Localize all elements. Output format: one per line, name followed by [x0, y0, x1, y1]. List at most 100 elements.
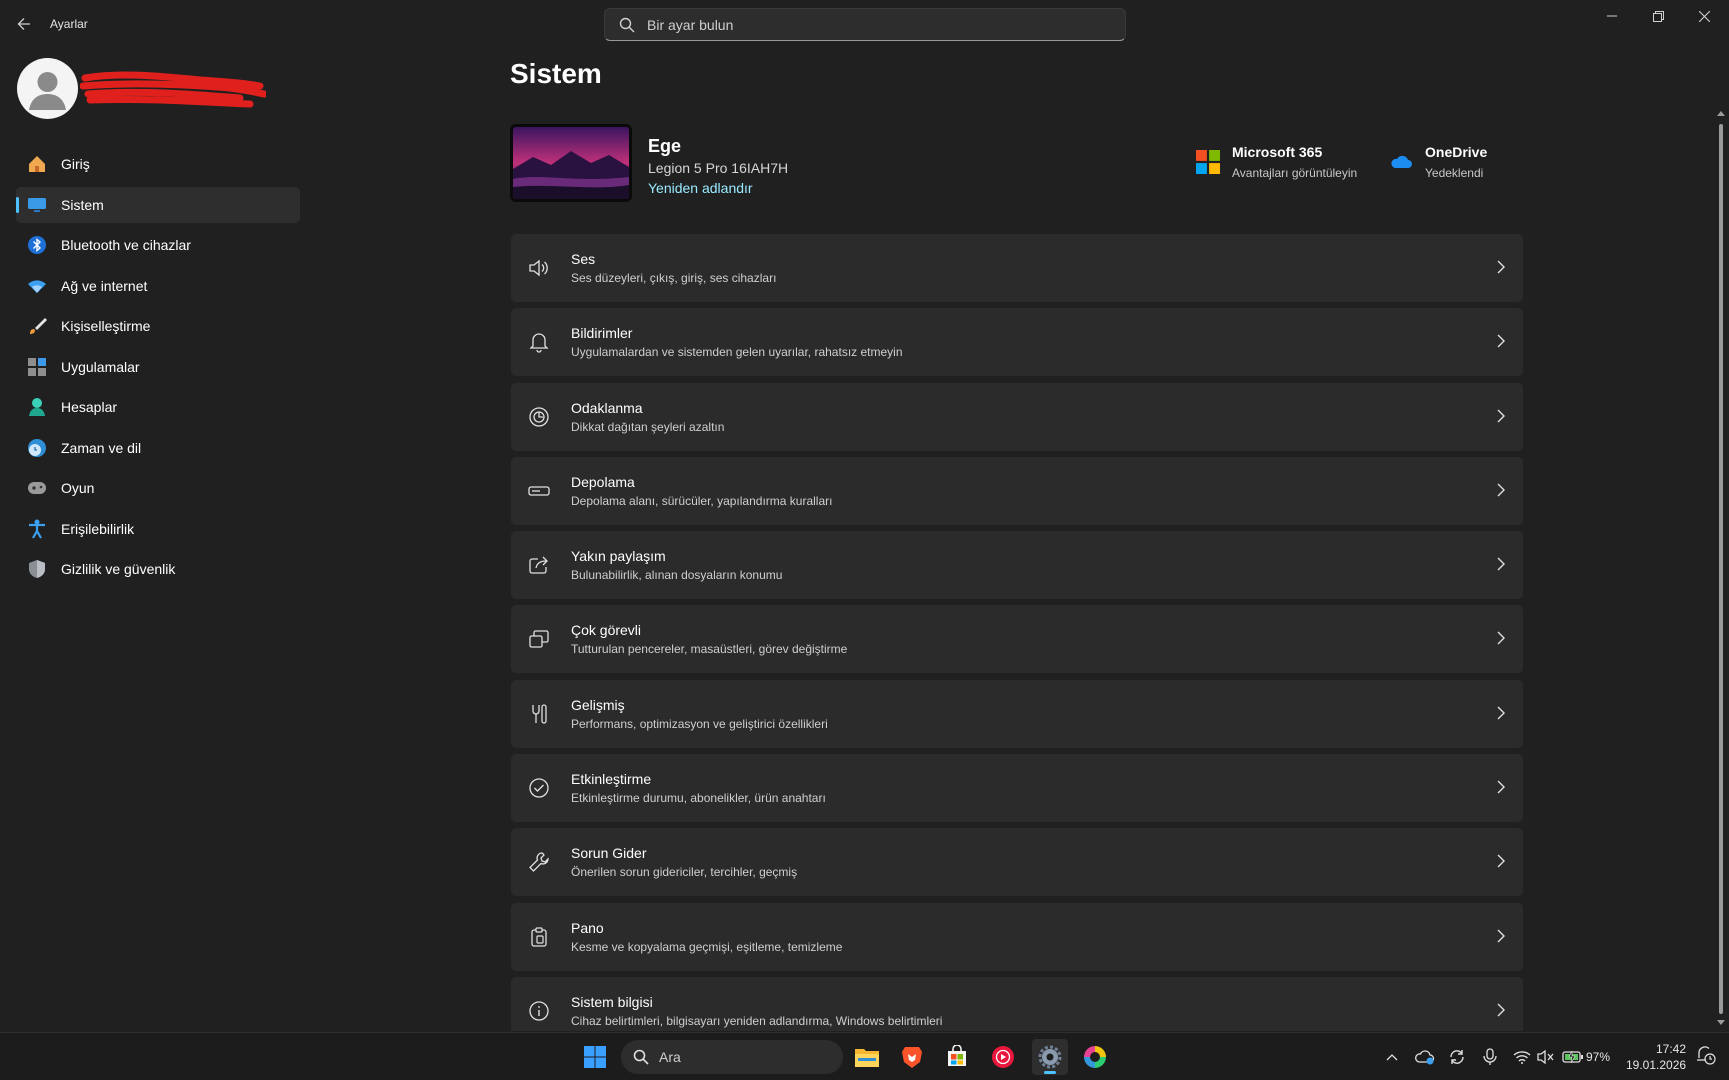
microsoft365-promo[interactable]: Microsoft 365 Avantajları görüntüleyin	[1196, 144, 1357, 180]
sidebar-item-label: Bluetooth ve cihazlar	[61, 237, 191, 253]
sync-tray[interactable]	[1447, 1047, 1467, 1067]
chevron-right-icon	[1497, 260, 1505, 274]
sidebar-nav: Giriş Sistem Bluetooth ve cihazlar Ağ ve…	[16, 146, 300, 592]
settings-card-focus[interactable]: Odaklanma Dikkat dağıtan şeyleri azaltın	[511, 382, 1523, 451]
settings-card-storage[interactable]: Depolama Depolama alanı, sürücüler, yapıl…	[511, 456, 1523, 525]
sidebar-item-sistem[interactable]: Sistem	[16, 186, 300, 223]
microphone-tray[interactable]	[1480, 1047, 1500, 1067]
settings-card-sound[interactable]: Ses Ses düzeyleri, çıkış, giriş, ses ciha…	[511, 234, 1523, 302]
sidebar-item-personalization[interactable]: Kişiselleştirme	[16, 308, 300, 344]
card-title: Gelişmiş	[571, 696, 625, 713]
device-model: Legion 5 Pro 16IAH7H	[648, 160, 789, 176]
settings-card-activation[interactable]: Etkinleştirme Etkinleştirme durumu, abone…	[511, 754, 1523, 823]
sidebar-item-bluetooth[interactable]: Bluetooth ve cihazlar	[16, 227, 300, 263]
notification-bell-icon	[1697, 1046, 1716, 1065]
sidebar-item-label: Erişilebilirlik	[61, 520, 135, 537]
volume-tray[interactable]	[1536, 1047, 1556, 1067]
settings-card-notifications[interactable]: Bildirimler Uygulamalardan ve sistemden g…	[511, 308, 1523, 377]
show-hidden-icons-button[interactable]	[1382, 1047, 1402, 1067]
user-avatar[interactable]	[17, 58, 78, 119]
minimize-button[interactable]	[1589, 0, 1635, 32]
card-title: Odaklanma	[571, 399, 643, 416]
color-app-button[interactable]	[1077, 1039, 1113, 1075]
settings-card-nearby-sharing[interactable]: Yakın paylaşım Bulunabilirlik, alınan dos…	[511, 531, 1523, 600]
battery-tray[interactable]	[1562, 1047, 1584, 1067]
scroll-down-icon	[1717, 1020, 1725, 1025]
app-title: Ayarlar	[50, 17, 88, 31]
sidebar-item-apps[interactable]: Uygulamalar	[16, 349, 300, 385]
restore-button[interactable]	[1635, 0, 1681, 32]
card-title: Çok görevli	[571, 622, 642, 639]
check-circle-icon	[528, 777, 550, 799]
redaction-scribble	[80, 71, 266, 108]
onedrive-cloud-icon	[1391, 155, 1412, 168]
accessibility-icon	[26, 518, 48, 540]
search-icon	[619, 17, 635, 32]
brave-button[interactable]	[894, 1039, 930, 1075]
promo-title: Microsoft 365	[1232, 144, 1323, 160]
clock-time[interactable]: 17:42	[1656, 1042, 1686, 1056]
restore-icon	[1652, 10, 1664, 22]
chevron-right-icon	[1497, 1003, 1505, 1017]
close-button[interactable]	[1681, 0, 1727, 32]
sync-icon	[1450, 1050, 1464, 1064]
settings-card-advanced[interactable]: Gelişmiş Performans, optimizasyon ve geli…	[511, 679, 1523, 748]
sidebar-item-time-language[interactable]: Zaman ve dil	[16, 430, 300, 466]
gamepad-icon	[26, 477, 48, 499]
scrollbar[interactable]	[1717, 110, 1725, 1028]
sidebar-item-privacy[interactable]: Gizlilik ve güvenlik	[16, 551, 300, 587]
back-button[interactable]	[10, 10, 38, 38]
card-subtitle: Tutturulan pencereler, masaüstleri, göre…	[571, 642, 848, 657]
notification-center-button[interactable]	[1696, 1045, 1716, 1065]
tools-icon	[528, 703, 550, 725]
sidebar-item-accounts[interactable]: Hesaplar	[16, 389, 300, 425]
brush-icon	[26, 315, 48, 337]
back-arrow-icon	[17, 18, 30, 30]
store-button[interactable]	[939, 1039, 975, 1075]
scrollbar-thumb[interactable]	[1719, 124, 1723, 1014]
taskbar-search[interactable]: Ara	[621, 1040, 843, 1074]
card-title: Etkinleştirme	[571, 771, 652, 788]
taskbar: Ara 97% 17:42 19.01.2026	[0, 1032, 1729, 1080]
sidebar-item-label: Oyun	[61, 480, 95, 496]
sidebar-item-label: Ağ ve internet	[61, 277, 148, 294]
info-icon	[528, 1000, 550, 1022]
file-explorer-button[interactable]	[849, 1039, 885, 1075]
brave-icon	[902, 1047, 922, 1068]
start-button[interactable]	[577, 1039, 613, 1075]
device-wallpaper-thumbnail	[510, 124, 632, 202]
minimize-icon	[1607, 15, 1617, 17]
chevron-right-icon	[1497, 557, 1505, 571]
settings-search[interactable]	[604, 8, 1126, 41]
search-input[interactable]	[647, 16, 1087, 33]
settings-card-about[interactable]: Sistem bilgisi Cihaz belirtimleri, bilgis…	[511, 976, 1523, 1031]
clock-date[interactable]: 19.01.2026	[1626, 1058, 1686, 1072]
onedrive-promo[interactable]: OneDrive Yedeklendi	[1389, 144, 1487, 180]
settings-card-clipboard[interactable]: Pano Kesme ve kopyalama geçmişi, eşitleme…	[511, 902, 1523, 971]
chevron-right-icon	[1497, 334, 1505, 348]
sidebar-item-label: Zaman ve dil	[61, 439, 142, 456]
person-icon	[26, 396, 48, 418]
sidebar-item-gaming[interactable]: Oyun	[16, 470, 300, 506]
card-title: Sistem bilgisi	[571, 993, 653, 1010]
bluetooth-icon	[26, 234, 48, 256]
settings-taskbar-button[interactable]	[1032, 1039, 1068, 1075]
file-explorer-icon	[855, 1049, 879, 1067]
settings-card-multitasking[interactable]: Çok görevli Tutturulan pencereler, masaüs…	[511, 605, 1523, 674]
settings-card-troubleshoot[interactable]: Sorun Gider Önerilen sorun gidericiler, t…	[511, 828, 1523, 897]
wifi-tray[interactable]	[1512, 1047, 1532, 1067]
card-subtitle: Uygulamalardan ve sistemden gelen uyarıl…	[571, 345, 903, 360]
card-subtitle: Kesme ve kopyalama geçmişi, eşitleme, te…	[571, 939, 843, 954]
monitor-icon	[26, 194, 48, 216]
onedrive-tray[interactable]	[1415, 1047, 1435, 1067]
youtube-music-button[interactable]	[985, 1039, 1021, 1075]
sidebar-item-giris[interactable]: Giriş	[16, 146, 300, 182]
bell-icon	[528, 331, 550, 353]
sidebar-item-label: Uygulamalar	[61, 358, 140, 375]
wifi-icon	[26, 275, 48, 297]
sidebar-item-network[interactable]: Ağ ve internet	[16, 268, 300, 304]
store-icon	[948, 1045, 966, 1066]
onedrive-cloud-icon	[1415, 1050, 1435, 1065]
sidebar-item-accessibility[interactable]: Erişilebilirlik	[16, 511, 300, 547]
rename-device-link[interactable]: Yeniden adlandır	[648, 180, 753, 196]
